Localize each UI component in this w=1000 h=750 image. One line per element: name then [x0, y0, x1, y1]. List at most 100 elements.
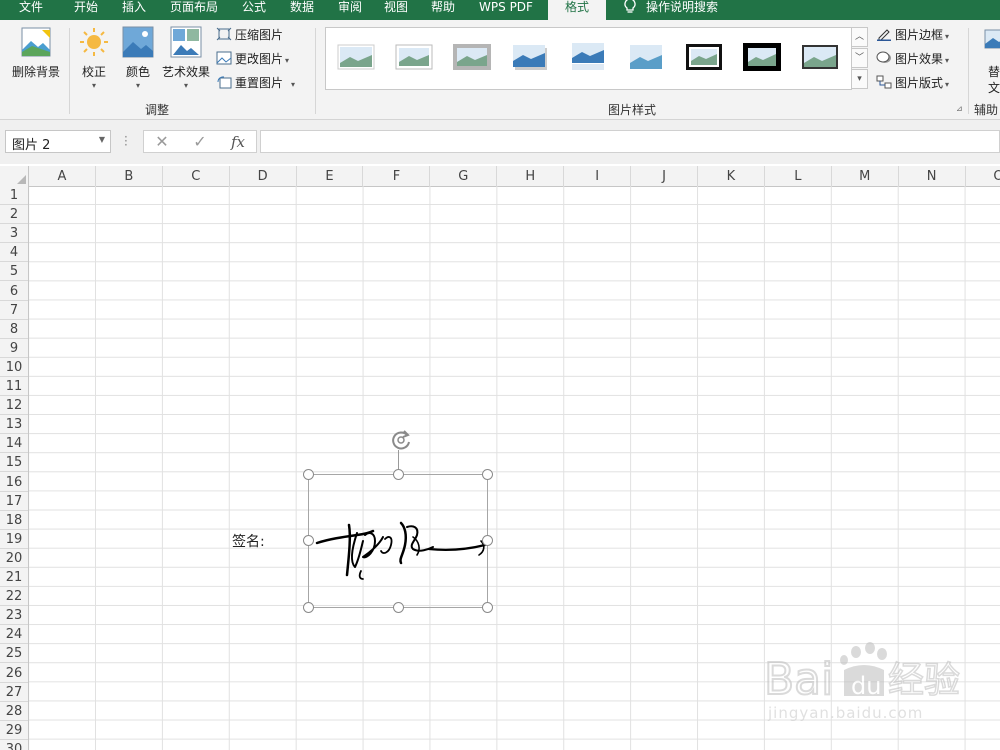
column-header-a[interactable]: A: [29, 166, 96, 186]
column-header-g[interactable]: G: [430, 166, 498, 186]
remove-background-button[interactable]: 删除背景: [6, 26, 66, 96]
name-box[interactable]: 图片 2 ▼: [5, 130, 111, 153]
row-header-29[interactable]: 29: [0, 721, 28, 740]
artistic-effects-button[interactable]: 艺术效果 ▾: [158, 26, 214, 100]
cancel-icon[interactable]: ✕: [150, 132, 174, 152]
tab-review[interactable]: 审阅: [328, 0, 372, 20]
cell-D19[interactable]: 签名:: [232, 531, 265, 551]
row-header-25[interactable]: 25: [0, 644, 28, 664]
tab-view[interactable]: 视图: [374, 0, 418, 20]
signature-picture[interactable]: [308, 474, 488, 608]
resize-handle-top-right[interactable]: [482, 469, 493, 480]
chevron-down-icon[interactable]: ▼: [99, 135, 105, 144]
row-header-18[interactable]: 18: [0, 511, 28, 530]
row-header-1[interactable]: 1: [0, 186, 28, 205]
row-header-11[interactable]: 11: [0, 377, 28, 396]
row-header-2[interactable]: 2: [0, 205, 28, 225]
column-header-h[interactable]: H: [497, 166, 565, 186]
enter-icon[interactable]: ✓: [188, 132, 212, 152]
row-header-10[interactable]: 10: [0, 358, 28, 377]
column-header-d[interactable]: D: [230, 166, 297, 186]
row-header-22[interactable]: 22: [0, 587, 28, 607]
compress-pictures-button[interactable]: 压缩图片: [216, 25, 283, 45]
row-header-12[interactable]: 12: [0, 396, 28, 416]
row-header-15[interactable]: 15: [0, 453, 28, 473]
picture-style-thin-black[interactable]: [800, 41, 840, 73]
row-header-13[interactable]: 13: [0, 415, 28, 435]
tab-data[interactable]: 数据: [280, 0, 324, 20]
tell-me-search[interactable]: 操作说明搜索: [646, 0, 736, 20]
row-header-4[interactable]: 4: [0, 243, 28, 263]
resize-handle-bottom-right[interactable]: [482, 602, 493, 613]
formula-input[interactable]: [260, 130, 1000, 153]
select-all-button[interactable]: [0, 166, 29, 186]
picture-style-drop-shadow[interactable]: [510, 41, 550, 73]
gallery-expand-icon[interactable]: ▾: [851, 69, 868, 89]
picture-style-soft-edge[interactable]: [394, 41, 434, 73]
column-header-b[interactable]: B: [96, 166, 163, 186]
column-header-l[interactable]: L: [765, 166, 832, 186]
row-header-7[interactable]: 7: [0, 301, 28, 320]
row-header-27[interactable]: 27: [0, 683, 28, 702]
row-header-30[interactable]: 30: [0, 740, 28, 750]
color-button[interactable]: 颜色 ▾: [118, 26, 158, 100]
picture-layout-button[interactable]: 图片版式 ▾: [876, 73, 949, 93]
column-header-k[interactable]: K: [698, 166, 765, 186]
row-header-6[interactable]: 6: [0, 282, 28, 301]
row-header-16[interactable]: 16: [0, 473, 28, 492]
alt-text-button[interactable]: 替 文: [980, 26, 1000, 100]
row-header-17[interactable]: 17: [0, 492, 28, 511]
row-header-26[interactable]: 26: [0, 664, 28, 683]
resize-handle-left[interactable]: [303, 535, 314, 546]
reset-picture-button[interactable]: 重置图片 ▾: [216, 73, 295, 93]
tab-wps-pdf[interactable]: WPS PDF: [470, 0, 542, 20]
picture-effects-button[interactable]: 图片效果 ▾: [876, 49, 949, 69]
resize-handle-top[interactable]: [393, 469, 404, 480]
picture-style-reflection[interactable]: [568, 41, 608, 73]
chevron-down-icon[interactable]: ﹀: [851, 48, 868, 68]
resize-handle-bottom[interactable]: [393, 602, 404, 613]
row-header-8[interactable]: 8: [0, 320, 28, 339]
column-header-f[interactable]: F: [364, 166, 431, 186]
picture-style-thick-black[interactable]: [742, 41, 782, 73]
corrections-button[interactable]: 校正 ▾: [72, 26, 116, 100]
row-header-9[interactable]: 9: [0, 339, 28, 358]
row-header-19[interactable]: 19: [0, 530, 28, 549]
row-header-5[interactable]: 5: [0, 262, 28, 282]
tab-home[interactable]: 开始: [62, 0, 110, 20]
column-header-i[interactable]: I: [564, 166, 632, 186]
picture-style-gray-frame[interactable]: [452, 41, 492, 73]
tab-file[interactable]: 文件: [4, 0, 58, 20]
tab-page-layout[interactable]: 页面布局: [160, 0, 228, 20]
column-header-n[interactable]: N: [899, 166, 966, 186]
resize-handle-bottom-left[interactable]: [303, 602, 314, 613]
resize-handle-top-left[interactable]: [303, 469, 314, 480]
row-header-24[interactable]: 24: [0, 625, 28, 645]
rotate-handle-icon[interactable]: [388, 427, 414, 453]
tab-help[interactable]: 帮助: [420, 0, 466, 20]
picture-border-button[interactable]: 图片边框 ▾: [876, 25, 949, 45]
row-header-14[interactable]: 14: [0, 434, 28, 454]
insert-function-icon[interactable]: fx: [226, 132, 250, 152]
column-header-o[interactable]: O: [966, 166, 1000, 186]
chevron-up-icon[interactable]: ︿: [851, 27, 868, 47]
row-header-23[interactable]: 23: [0, 606, 28, 626]
row-header-3[interactable]: 3: [0, 224, 28, 244]
row-header-28[interactable]: 28: [0, 702, 28, 721]
column-header-m[interactable]: M: [832, 166, 899, 186]
resize-handle-right[interactable]: [482, 535, 493, 546]
column-header-j[interactable]: J: [631, 166, 698, 186]
change-picture-button[interactable]: 更改图片 ▾: [216, 49, 289, 69]
formula-bar-grip-icon[interactable]: · · ·: [124, 131, 128, 151]
tab-formulas[interactable]: 公式: [232, 0, 276, 20]
picture-style-simple-frame[interactable]: [336, 41, 376, 73]
row-header-21[interactable]: 21: [0, 568, 28, 587]
dialog-launcher-icon[interactable]: ⊿: [956, 104, 963, 113]
picture-style-soft-frame[interactable]: [626, 41, 666, 73]
column-header-c[interactable]: C: [163, 166, 230, 186]
picture-style-black-frame[interactable]: [684, 41, 724, 73]
column-header-e[interactable]: E: [297, 166, 364, 186]
row-header-20[interactable]: 20: [0, 549, 28, 568]
tab-insert[interactable]: 插入: [112, 0, 156, 20]
tab-format[interactable]: 格式: [548, 0, 606, 20]
